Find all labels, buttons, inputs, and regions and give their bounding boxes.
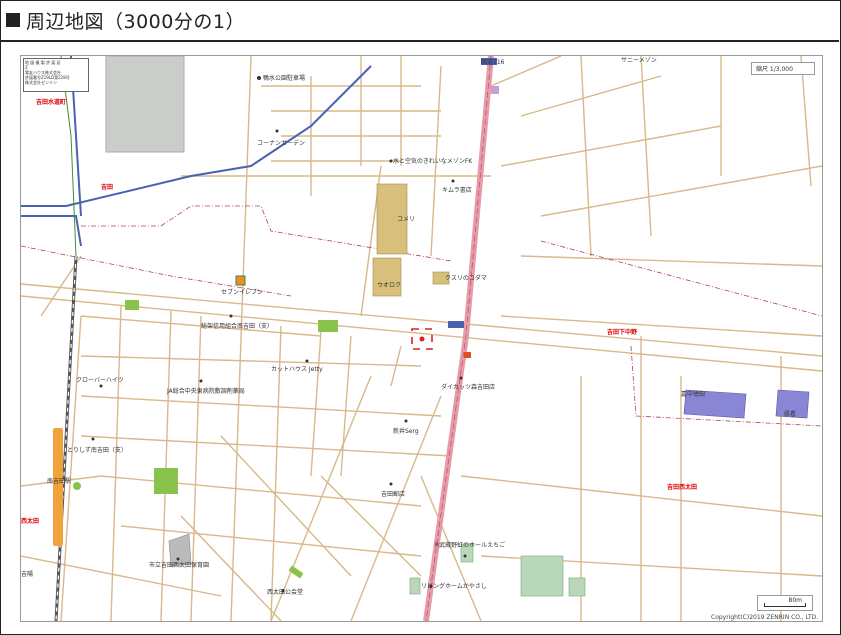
label-ninomiya: 新井Serg [393,427,419,435]
title-square-icon [6,13,20,27]
route-shield-icon-2 [448,321,464,328]
poi-dots [91,76,467,593]
label-west-park: 西太田公会堂 [267,588,303,596]
page-title: 周辺地図（3000分の1） [26,10,245,33]
gray-building [105,56,185,153]
scale-bar-line [764,603,806,607]
label-daikatsu: ダイカッツ森吉田店 [441,383,495,391]
label-park: 鴨水公園駐車場 [263,74,305,82]
license-box: 地 図 複 製 許 諾 証 Z 電友ハウス株式会社 許諾番号Z19LD第228号… [23,58,89,92]
label-toride: とりしず南吉田（支） [67,446,127,454]
map-area: 鴨水公園駐車場 コーナンガーデン 水と空気のきれいなメゾンFK キムラ書店 コメ… [20,55,823,622]
label-city-hall: 市立吉田西太田保育園 [149,561,209,569]
scale-bar: 80m [757,595,813,611]
copyright: Copyright(C)2019 ZENRIN CO., LTD. [711,614,819,621]
label-uoroku: ウオロク [377,281,401,289]
label-shrine: 県看 [784,410,796,418]
label-left-bottom: 吉陽 [21,570,33,578]
label-pharmacy: JA総合中央東病院敷調剤薬局 [166,387,245,395]
scale-text: 縮尺 1/3,000 [756,66,793,73]
scale-box: 縮尺 1/3,000 [751,62,815,75]
target-marker [411,328,433,350]
purple-poi-icon [491,86,499,94]
label-konan: コーナンガーデン [257,139,305,147]
label-water: 水と空気のきれいなメゾンFK [393,157,473,165]
label-seven: セブンイレブン [221,288,263,296]
label-yoshida-town: 吉田 [101,183,113,191]
station-platform [53,428,63,546]
label-nishiota: 西太田 [21,517,39,525]
label-living: リビングホームかやさし [421,582,487,590]
label-yoshida-post: 吉田郵店 [381,490,405,498]
label-station: 南吉田駅 [47,477,71,485]
label-kusuri: クスリのコダマ [445,274,487,282]
label-kutto: カットハウス Jetty [271,365,323,373]
label-yoshida-mizu: 吉田水道町 [36,98,66,106]
label-yoshida-shimo: 吉田下中野 [607,328,637,336]
map-svg: 鴨水公園駐車場 コーナンガーデン 水と空気のきれいなメゾンFK キムラ書店 コメ… [21,56,822,621]
label-kimura: キムラ書店 [442,186,472,194]
post-office-icon [464,352,471,358]
label-komeri: コメリ [397,216,415,223]
station-circle-icon [73,482,81,490]
tan-buildings [372,183,450,297]
label-route: 国道116 [481,58,505,66]
label-school1: 総架信用組合南吉田（支） [201,322,273,330]
label-sunnymezon: サニーメゾン [621,57,657,64]
label-musashi: R武蔵野虹のホールえちご [435,541,505,549]
label-yoshida-nishiota: 吉田西太田 [667,483,697,491]
label-hospital: 嘉中徳田 [681,390,705,398]
page-header: 周辺地図（3000分の1） [0,0,839,42]
label-crown: クローバーハイツ [76,377,124,384]
license-line5: 株式会社ゼンリン [25,80,57,85]
convenience-store-icon [235,275,246,286]
